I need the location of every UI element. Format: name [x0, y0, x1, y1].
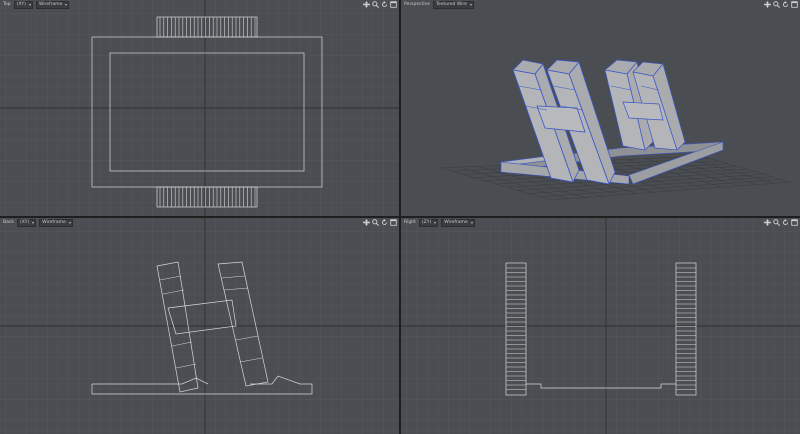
- wireframe-model-back: [91, 261, 313, 395]
- zoom-icon[interactable]: [372, 219, 379, 226]
- viewport-nav-icons: [363, 218, 397, 227]
- maximize-icon[interactable]: [791, 1, 798, 8]
- rotate-icon[interactable]: [782, 219, 789, 226]
- viewport-header: Perspective Textured Wire: [401, 0, 800, 9]
- viewport-perspective[interactable]: Perspective Textured Wire: [401, 0, 800, 216]
- perspective-scene: [440, 59, 792, 201]
- viewport-nav-icons: [764, 0, 798, 9]
- viewport-header: Top (XY) Wireframe: [0, 0, 399, 9]
- viewport-back[interactable]: Back (XY) Wireframe: [0, 218, 399, 434]
- viewport-nav-icons: [363, 0, 397, 9]
- shading-dropdown[interactable]: Textured Wire: [433, 0, 474, 9]
- view-mode-dropdown[interactable]: (XY): [13, 0, 33, 9]
- wireframe-model-right: [505, 262, 697, 396]
- shading-dropdown[interactable]: Wireframe: [39, 218, 73, 227]
- viewport-top[interactable]: Top (XY) Wireframe: [0, 0, 399, 216]
- view-label: Right: [404, 220, 416, 225]
- move-icon[interactable]: [363, 219, 370, 226]
- view-mode-dropdown[interactable]: (XY): [16, 218, 37, 227]
- rotate-icon[interactable]: [381, 219, 388, 226]
- maximize-icon[interactable]: [791, 219, 798, 226]
- viewport-layout: Top (XY) Wireframe Perspective Textured …: [0, 0, 800, 434]
- viewport-nav-icons: [764, 218, 798, 227]
- zoom-icon[interactable]: [773, 219, 780, 226]
- rotate-icon[interactable]: [381, 1, 388, 8]
- move-icon[interactable]: [764, 1, 771, 8]
- view-label: Perspective: [404, 2, 431, 7]
- move-icon[interactable]: [363, 1, 370, 8]
- shading-dropdown[interactable]: Wireframe: [441, 218, 475, 227]
- view-mode-dropdown[interactable]: (ZY): [418, 218, 439, 227]
- rotate-icon[interactable]: [782, 1, 789, 8]
- wireframe-model-top: [91, 16, 323, 208]
- viewport-right[interactable]: Right (ZY) Wireframe: [401, 218, 800, 434]
- maximize-icon[interactable]: [390, 219, 397, 226]
- viewport-header: Right (ZY) Wireframe: [401, 218, 800, 227]
- shading-dropdown[interactable]: Wireframe: [35, 0, 70, 9]
- view-label: Top: [3, 2, 11, 7]
- zoom-icon[interactable]: [773, 1, 780, 8]
- zoom-icon[interactable]: [372, 1, 379, 8]
- viewport-header: Back (XY) Wireframe: [0, 218, 399, 227]
- view-label: Back: [3, 220, 14, 225]
- maximize-icon[interactable]: [390, 1, 397, 8]
- move-icon[interactable]: [764, 219, 771, 226]
